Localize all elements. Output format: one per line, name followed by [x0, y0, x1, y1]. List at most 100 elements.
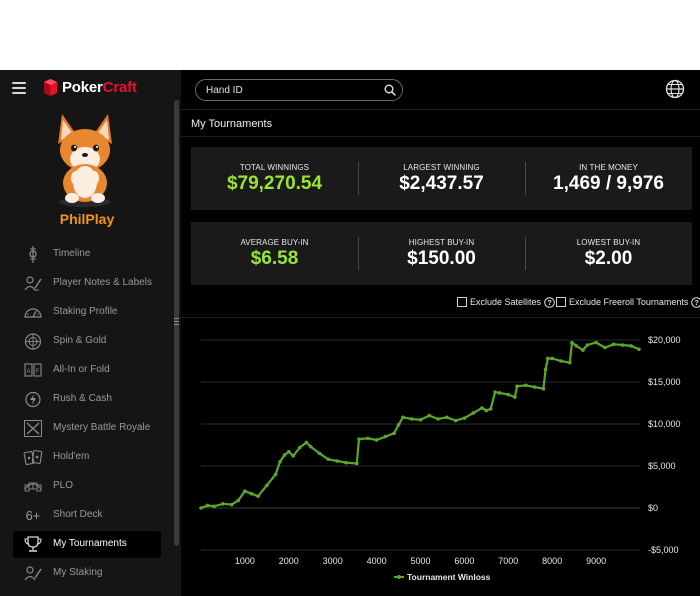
sidebar-item-label: Rush & Cash [53, 393, 112, 404]
hamburger-menu-icon[interactable] [12, 82, 26, 94]
data-point [611, 342, 616, 346]
divider [181, 136, 700, 137]
data-point [581, 348, 585, 352]
data-point [541, 386, 546, 391]
sidebar-item-label: All-In or Fold [53, 364, 110, 375]
x-tick-label: 4000 [367, 556, 387, 566]
svg-text:F: F [36, 369, 40, 375]
data-point [291, 454, 295, 458]
sidebar-item-timeline[interactable]: Timeline [13, 241, 161, 268]
stat-value: $2,437.57 [399, 173, 484, 194]
sidebar-item-label: Staking Profile [53, 306, 118, 317]
help-icon[interactable]: ? [544, 296, 555, 308]
winloss-chart[interactable]: -$5,000 $0 $5,000 $10,000 $15,000 $20,000 1000… [181, 318, 700, 596]
data-point [335, 459, 339, 463]
sidebar-item-player-notes-labels[interactable]: Player Notes & Labels [13, 270, 161, 297]
data-point [236, 498, 241, 503]
data-point [488, 407, 493, 411]
pokercraft-logo[interactable]: PokerCraft [44, 79, 137, 96]
data-point [308, 444, 313, 449]
timeline-icon [23, 245, 43, 264]
sidebar-item-label: Player Notes & Labels [53, 277, 152, 288]
sidebar-item-label: My Staking [53, 567, 103, 578]
username[interactable]: PhilPlay [0, 211, 174, 227]
data-point [256, 494, 260, 499]
sidebar-item-label: Spin & Gold [53, 335, 107, 346]
exclude-satellites-checkbox[interactable] [457, 297, 467, 307]
data-point [603, 345, 607, 350]
sidebar-item-label: PLO [53, 480, 74, 491]
legend-swatch-dot [397, 575, 401, 579]
sidebar-item-short-deck[interactable]: 6+ Short Deck [13, 502, 161, 529]
data-point [199, 506, 203, 510]
rush-icon [23, 390, 43, 409]
avatar[interactable] [52, 110, 118, 208]
sidebar-item-hold-em[interactable]: Hold'em [13, 444, 161, 471]
data-point [357, 437, 361, 441]
x-tick-label: 7000 [498, 556, 518, 566]
stat-value: $150.00 [407, 248, 476, 269]
globe-icon[interactable] [665, 79, 685, 99]
exclude-freeroll-filter[interactable]: Exclude Freeroll Tournaments ? [556, 295, 700, 309]
sidebar-item-spin-gold[interactable]: Spin & Gold [13, 328, 161, 355]
x-tick-label: 3000 [323, 556, 343, 566]
stat-value: $6.58 [250, 248, 299, 269]
scrollbar-grip[interactable] [174, 316, 179, 330]
sidebar-item-my-staking[interactable]: My Staking [13, 560, 161, 587]
sidebar-item-all-in-or-fold[interactable]: A F All-In or Fold [13, 357, 161, 384]
stat-divider [525, 237, 526, 270]
sidebar-item-staking-profile[interactable]: Staking Profile [13, 299, 161, 326]
data-point [445, 415, 449, 420]
data-point [574, 344, 579, 348]
sidebar-item-my-tournaments[interactable]: My Tournaments [13, 531, 161, 558]
sidebar-item-label: My Tournaments [53, 538, 127, 549]
data-point [513, 395, 517, 399]
data-point [249, 491, 254, 496]
help-icon[interactable]: ? [691, 296, 700, 308]
data-point [532, 385, 537, 389]
plo-cards-icon [23, 477, 43, 496]
data-point [396, 423, 401, 427]
y-tick-label: $20,000 [648, 335, 681, 345]
data-point [221, 502, 225, 506]
data-point [559, 359, 563, 363]
series-line [200, 341, 640, 510]
sidebar-item-label: Hold'em [53, 451, 90, 462]
data-point [278, 460, 282, 464]
x-tick-label: 6000 [454, 556, 474, 566]
data-point [629, 344, 634, 348]
data-point [401, 415, 405, 420]
data-point [355, 461, 359, 466]
staking-icon [23, 564, 43, 583]
x-tick-label: 8000 [542, 556, 562, 566]
x-tick-label: 9000 [586, 556, 606, 566]
sidebar-item-plo[interactable]: PLO [13, 473, 161, 500]
stat-value: 1,469 / 9,976 [553, 173, 664, 194]
exclude-satellites-filter[interactable]: Exclude Satellites ? [457, 295, 555, 309]
exclude-freeroll-checkbox[interactable] [556, 297, 566, 307]
data-point [471, 411, 475, 415]
stat-in-the-money: IN THE MONEY 1,469 / 9,976 [525, 147, 692, 210]
brand-text-left: Poker [62, 79, 103, 96]
y-tick-label: $0 [648, 503, 658, 513]
crossed-swords-icon [23, 419, 43, 438]
cards-icon: AF [23, 361, 43, 380]
sidebar-item-rush-cash[interactable]: Rush & Cash [13, 386, 161, 413]
stat-label: LOWEST BUY-IN [576, 238, 641, 247]
data-point [243, 489, 247, 493]
data-point [427, 413, 432, 418]
exclude-satellites-label: Exclude Satellites [470, 297, 542, 307]
search-icon[interactable] [384, 84, 396, 96]
sidebar-item-mystery-battle-royale[interactable]: Mystery Battle Royale [13, 415, 161, 442]
data-point [265, 483, 269, 488]
data-point [344, 460, 348, 465]
stat-value: $79,270.54 [226, 173, 323, 194]
sidebar-item-label: Short Deck [53, 509, 103, 520]
data-point [418, 418, 423, 422]
hand-id-search-input[interactable] [206, 83, 376, 97]
search-box[interactable] [195, 79, 403, 101]
spin-icon [23, 332, 43, 351]
sidebar: PokerCraft PhilPlay Timeline Player Notes… [0, 70, 181, 596]
data-point [366, 436, 370, 441]
stat-label: AVERAGE BUY-IN [240, 238, 309, 247]
